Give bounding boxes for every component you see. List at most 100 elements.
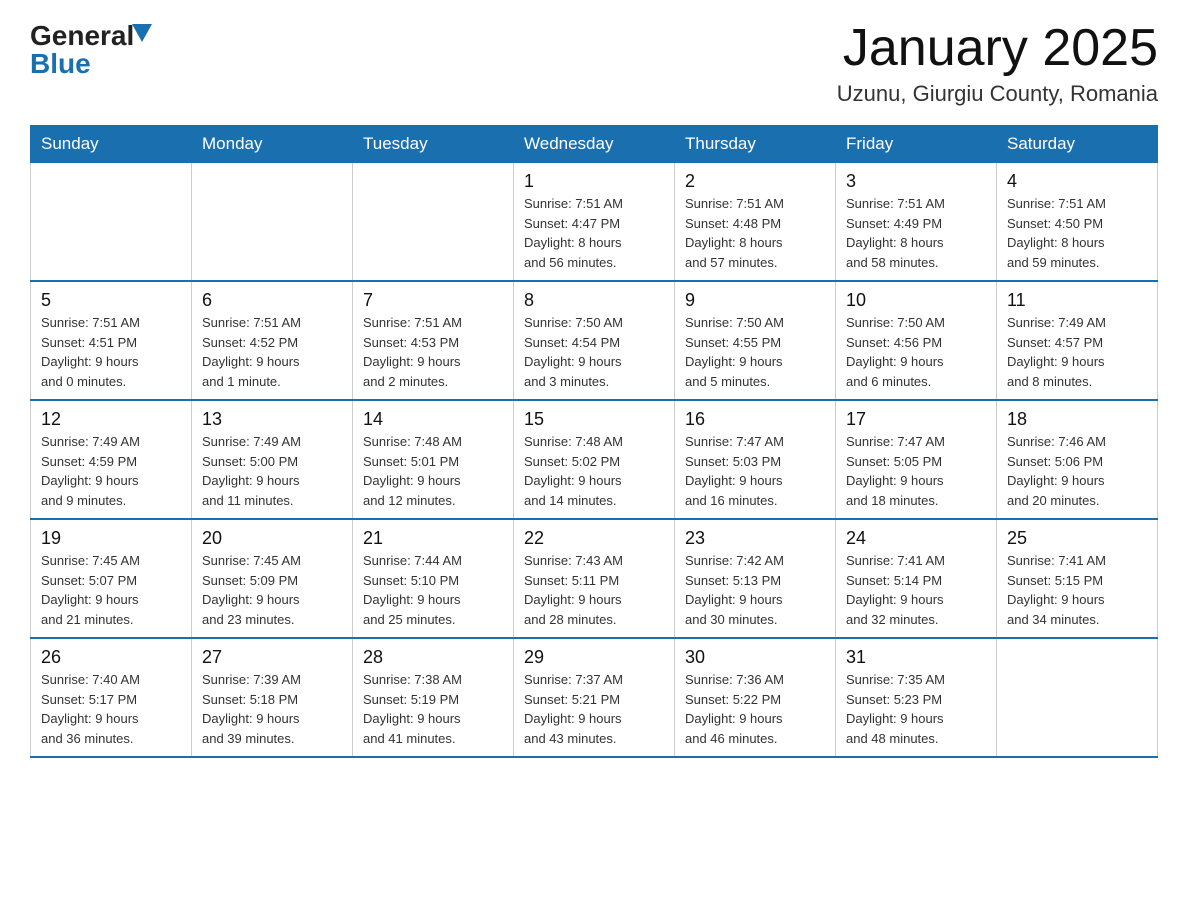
day-number: 31 xyxy=(846,647,986,668)
calendar-week-row: 12Sunrise: 7:49 AMSunset: 4:59 PMDayligh… xyxy=(31,400,1158,519)
day-number: 13 xyxy=(202,409,342,430)
calendar-cell: 4Sunrise: 7:51 AMSunset: 4:50 PMDaylight… xyxy=(997,163,1158,282)
day-info: Sunrise: 7:37 AMSunset: 5:21 PMDaylight:… xyxy=(524,670,664,748)
day-number: 5 xyxy=(41,290,181,311)
day-info: Sunrise: 7:36 AMSunset: 5:22 PMDaylight:… xyxy=(685,670,825,748)
day-info: Sunrise: 7:39 AMSunset: 5:18 PMDaylight:… xyxy=(202,670,342,748)
calendar-cell: 29Sunrise: 7:37 AMSunset: 5:21 PMDayligh… xyxy=(514,638,675,757)
day-info: Sunrise: 7:49 AMSunset: 4:59 PMDaylight:… xyxy=(41,432,181,510)
header: General Blue January 2025 Uzunu, Giurgiu… xyxy=(30,20,1158,107)
day-number: 23 xyxy=(685,528,825,549)
day-info: Sunrise: 7:51 AMSunset: 4:50 PMDaylight:… xyxy=(1007,194,1147,272)
day-info: Sunrise: 7:51 AMSunset: 4:49 PMDaylight:… xyxy=(846,194,986,272)
day-number: 7 xyxy=(363,290,503,311)
calendar-cell: 11Sunrise: 7:49 AMSunset: 4:57 PMDayligh… xyxy=(997,281,1158,400)
weekday-header-sunday: Sunday xyxy=(31,126,192,163)
day-info: Sunrise: 7:40 AMSunset: 5:17 PMDaylight:… xyxy=(41,670,181,748)
day-info: Sunrise: 7:35 AMSunset: 5:23 PMDaylight:… xyxy=(846,670,986,748)
calendar-cell xyxy=(353,163,514,282)
day-number: 3 xyxy=(846,171,986,192)
day-number: 17 xyxy=(846,409,986,430)
calendar-cell: 1Sunrise: 7:51 AMSunset: 4:47 PMDaylight… xyxy=(514,163,675,282)
day-info: Sunrise: 7:48 AMSunset: 5:02 PMDaylight:… xyxy=(524,432,664,510)
day-number: 19 xyxy=(41,528,181,549)
calendar-cell: 15Sunrise: 7:48 AMSunset: 5:02 PMDayligh… xyxy=(514,400,675,519)
day-number: 30 xyxy=(685,647,825,668)
calendar-cell: 24Sunrise: 7:41 AMSunset: 5:14 PMDayligh… xyxy=(836,519,997,638)
calendar-week-row: 26Sunrise: 7:40 AMSunset: 5:17 PMDayligh… xyxy=(31,638,1158,757)
day-info: Sunrise: 7:43 AMSunset: 5:11 PMDaylight:… xyxy=(524,551,664,629)
calendar-cell xyxy=(192,163,353,282)
logo-triangle-icon xyxy=(132,24,152,42)
day-number: 15 xyxy=(524,409,664,430)
day-info: Sunrise: 7:42 AMSunset: 5:13 PMDaylight:… xyxy=(685,551,825,629)
day-info: Sunrise: 7:47 AMSunset: 5:03 PMDaylight:… xyxy=(685,432,825,510)
day-info: Sunrise: 7:50 AMSunset: 4:56 PMDaylight:… xyxy=(846,313,986,391)
weekday-header-thursday: Thursday xyxy=(675,126,836,163)
day-info: Sunrise: 7:47 AMSunset: 5:05 PMDaylight:… xyxy=(846,432,986,510)
calendar-title: January 2025 xyxy=(837,20,1158,77)
day-info: Sunrise: 7:51 AMSunset: 4:47 PMDaylight:… xyxy=(524,194,664,272)
calendar-cell: 28Sunrise: 7:38 AMSunset: 5:19 PMDayligh… xyxy=(353,638,514,757)
calendar-cell: 9Sunrise: 7:50 AMSunset: 4:55 PMDaylight… xyxy=(675,281,836,400)
calendar-cell: 5Sunrise: 7:51 AMSunset: 4:51 PMDaylight… xyxy=(31,281,192,400)
calendar-cell: 19Sunrise: 7:45 AMSunset: 5:07 PMDayligh… xyxy=(31,519,192,638)
weekday-header-friday: Friday xyxy=(836,126,997,163)
calendar-cell: 27Sunrise: 7:39 AMSunset: 5:18 PMDayligh… xyxy=(192,638,353,757)
calendar-cell: 12Sunrise: 7:49 AMSunset: 4:59 PMDayligh… xyxy=(31,400,192,519)
day-number: 11 xyxy=(1007,290,1147,311)
day-info: Sunrise: 7:38 AMSunset: 5:19 PMDaylight:… xyxy=(363,670,503,748)
weekday-header-wednesday: Wednesday xyxy=(514,126,675,163)
calendar-cell: 31Sunrise: 7:35 AMSunset: 5:23 PMDayligh… xyxy=(836,638,997,757)
calendar-cell: 30Sunrise: 7:36 AMSunset: 5:22 PMDayligh… xyxy=(675,638,836,757)
day-number: 4 xyxy=(1007,171,1147,192)
calendar-cell: 14Sunrise: 7:48 AMSunset: 5:01 PMDayligh… xyxy=(353,400,514,519)
calendar-week-row: 5Sunrise: 7:51 AMSunset: 4:51 PMDaylight… xyxy=(31,281,1158,400)
calendar-cell: 8Sunrise: 7:50 AMSunset: 4:54 PMDaylight… xyxy=(514,281,675,400)
calendar-cell: 23Sunrise: 7:42 AMSunset: 5:13 PMDayligh… xyxy=(675,519,836,638)
day-number: 9 xyxy=(685,290,825,311)
day-number: 20 xyxy=(202,528,342,549)
day-info: Sunrise: 7:51 AMSunset: 4:52 PMDaylight:… xyxy=(202,313,342,391)
day-number: 6 xyxy=(202,290,342,311)
day-number: 8 xyxy=(524,290,664,311)
weekday-header-monday: Monday xyxy=(192,126,353,163)
day-number: 28 xyxy=(363,647,503,668)
calendar-cell: 18Sunrise: 7:46 AMSunset: 5:06 PMDayligh… xyxy=(997,400,1158,519)
calendar-cell: 21Sunrise: 7:44 AMSunset: 5:10 PMDayligh… xyxy=(353,519,514,638)
day-number: 18 xyxy=(1007,409,1147,430)
day-number: 26 xyxy=(41,647,181,668)
day-info: Sunrise: 7:51 AMSunset: 4:53 PMDaylight:… xyxy=(363,313,503,391)
calendar-cell: 6Sunrise: 7:51 AMSunset: 4:52 PMDaylight… xyxy=(192,281,353,400)
calendar-cell: 20Sunrise: 7:45 AMSunset: 5:09 PMDayligh… xyxy=(192,519,353,638)
day-number: 14 xyxy=(363,409,503,430)
calendar-subtitle: Uzunu, Giurgiu County, Romania xyxy=(837,81,1158,107)
calendar-table: SundayMondayTuesdayWednesdayThursdayFrid… xyxy=(30,125,1158,758)
day-info: Sunrise: 7:49 AMSunset: 5:00 PMDaylight:… xyxy=(202,432,342,510)
day-info: Sunrise: 7:45 AMSunset: 5:09 PMDaylight:… xyxy=(202,551,342,629)
day-number: 22 xyxy=(524,528,664,549)
day-info: Sunrise: 7:41 AMSunset: 5:15 PMDaylight:… xyxy=(1007,551,1147,629)
logo: General Blue xyxy=(30,20,152,80)
day-info: Sunrise: 7:48 AMSunset: 5:01 PMDaylight:… xyxy=(363,432,503,510)
day-info: Sunrise: 7:45 AMSunset: 5:07 PMDaylight:… xyxy=(41,551,181,629)
day-info: Sunrise: 7:51 AMSunset: 4:48 PMDaylight:… xyxy=(685,194,825,272)
day-number: 12 xyxy=(41,409,181,430)
day-info: Sunrise: 7:50 AMSunset: 4:54 PMDaylight:… xyxy=(524,313,664,391)
day-number: 25 xyxy=(1007,528,1147,549)
logo-blue-text: Blue xyxy=(30,48,91,80)
calendar-cell: 2Sunrise: 7:51 AMSunset: 4:48 PMDaylight… xyxy=(675,163,836,282)
calendar-cell: 10Sunrise: 7:50 AMSunset: 4:56 PMDayligh… xyxy=(836,281,997,400)
day-number: 21 xyxy=(363,528,503,549)
calendar-cell: 13Sunrise: 7:49 AMSunset: 5:00 PMDayligh… xyxy=(192,400,353,519)
day-number: 10 xyxy=(846,290,986,311)
calendar-week-row: 1Sunrise: 7:51 AMSunset: 4:47 PMDaylight… xyxy=(31,163,1158,282)
weekday-header-tuesday: Tuesday xyxy=(353,126,514,163)
calendar-cell: 3Sunrise: 7:51 AMSunset: 4:49 PMDaylight… xyxy=(836,163,997,282)
day-number: 24 xyxy=(846,528,986,549)
day-info: Sunrise: 7:46 AMSunset: 5:06 PMDaylight:… xyxy=(1007,432,1147,510)
day-number: 27 xyxy=(202,647,342,668)
day-info: Sunrise: 7:41 AMSunset: 5:14 PMDaylight:… xyxy=(846,551,986,629)
title-area: January 2025 Uzunu, Giurgiu County, Roma… xyxy=(837,20,1158,107)
calendar-cell: 26Sunrise: 7:40 AMSunset: 5:17 PMDayligh… xyxy=(31,638,192,757)
